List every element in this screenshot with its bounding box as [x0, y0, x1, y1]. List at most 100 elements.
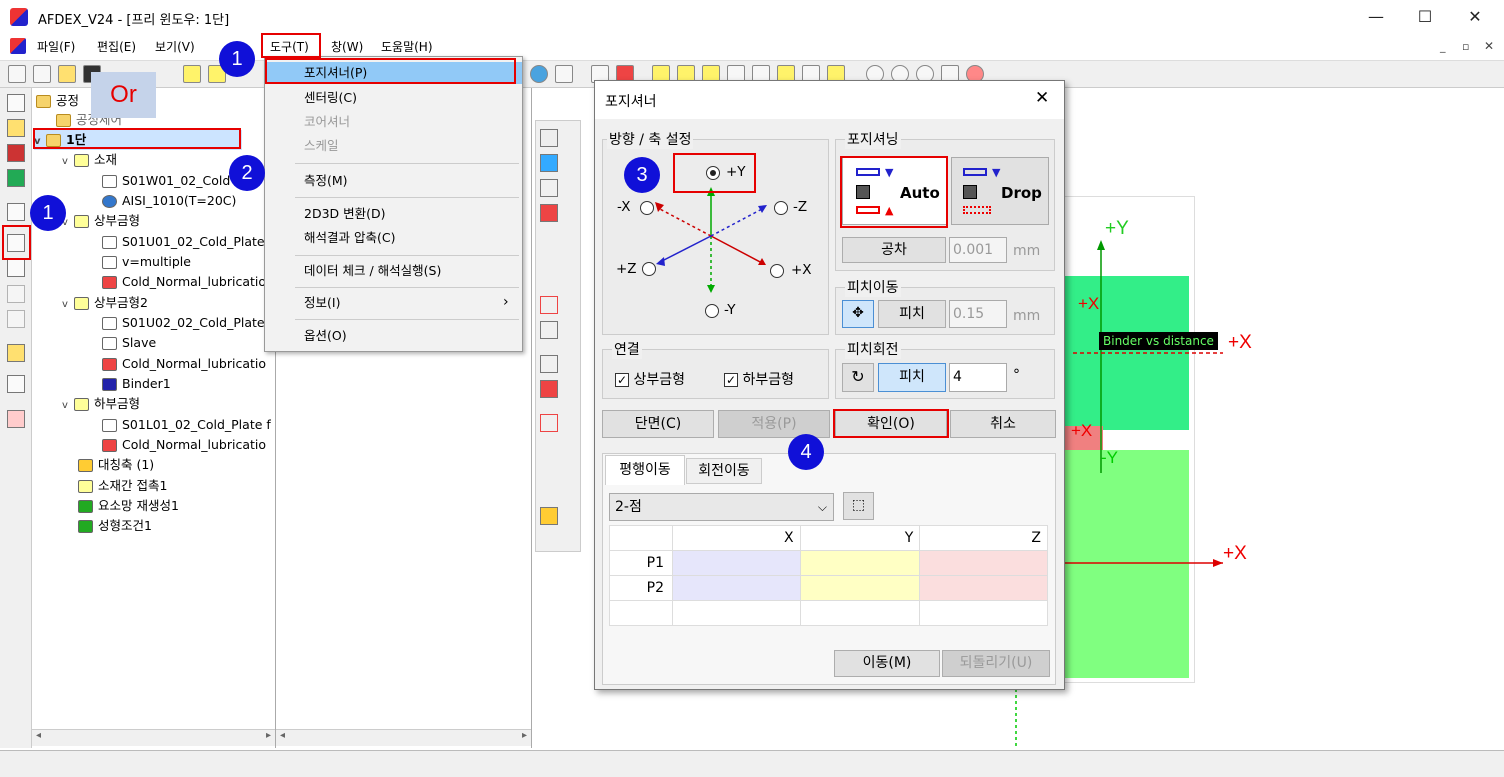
tool-icon[interactable] — [540, 179, 558, 197]
menu-item-data-check[interactable]: 데이터 체크 / 해석실행(S) — [265, 260, 522, 282]
close-button[interactable]: ✕ — [1464, 6, 1486, 28]
tree-scrollbar[interactable]: ◂ ▸ — [32, 729, 275, 746]
mode-select[interactable]: 2-점 ⌵ — [609, 493, 834, 521]
open-folder-icon[interactable] — [58, 65, 76, 83]
tree-item[interactable]: S01U01_02_Cold_Plate — [102, 232, 265, 252]
cube-icon[interactable] — [183, 65, 201, 83]
move-button[interactable]: 이동(M) — [834, 650, 940, 677]
lower-die-checkbox[interactable]: ✓ 하부금형 — [724, 369, 794, 389]
cell-p1-z[interactable] — [919, 550, 1048, 576]
positioner-tool-icon[interactable] — [7, 234, 25, 252]
compare-icon[interactable] — [7, 344, 25, 362]
tool-icon[interactable] — [540, 154, 558, 172]
mdi-minimize-icon[interactable]: _ — [1440, 40, 1446, 53]
maximize-button[interactable]: ☐ — [1414, 6, 1436, 28]
cell-p2-x[interactable] — [672, 575, 801, 601]
open-file-icon[interactable] — [33, 65, 51, 83]
tree-item[interactable]: Cold_Normal_lubricatio — [102, 272, 266, 292]
tree-item-lower-die[interactable]: v 하부금형 — [62, 394, 140, 414]
tool-icon[interactable] — [540, 414, 558, 432]
pointer-icon[interactable] — [7, 375, 25, 393]
menu-item-centering[interactable]: 센터링(C) — [265, 87, 522, 109]
menu-item-2d3d[interactable]: 2D3D 변환(D) — [265, 203, 522, 225]
cell-p1-x[interactable] — [672, 550, 801, 576]
section-button[interactable]: 단면(C) — [602, 410, 714, 438]
menu-edit[interactable]: 편집(E) — [97, 38, 136, 55]
app-menu-icon[interactable] — [10, 38, 26, 54]
tree-item[interactable]: v=multiple — [102, 252, 191, 272]
tree-item[interactable]: Slave — [102, 333, 156, 353]
pitch-rotate-button[interactable]: 피치 — [878, 363, 946, 392]
align-icon[interactable] — [7, 310, 25, 328]
wrench-icon[interactable] — [555, 65, 573, 83]
globe-icon[interactable] — [530, 65, 548, 83]
mdi-close-icon[interactable]: ✕ — [1484, 39, 1494, 53]
window-icon[interactable] — [7, 203, 25, 221]
tab-rotate[interactable]: 회전이동 — [686, 458, 762, 484]
undo-button[interactable]: 되돌리기(U) — [942, 650, 1050, 677]
tree-item-upper-die[interactable]: v 상부금형 — [62, 211, 140, 231]
display-icon[interactable] — [7, 144, 25, 162]
cell-p2-z[interactable] — [919, 575, 1048, 601]
menu-item-options[interactable]: 옵션(O) — [265, 325, 522, 347]
tree-item-upper-die-2[interactable]: v 상부금형2 — [62, 293, 148, 313]
hand-icon[interactable] — [7, 119, 25, 137]
menu-item-scale[interactable]: 스케일 — [265, 135, 522, 157]
ok-button[interactable]: 확인(O) — [835, 410, 947, 438]
radio-plus-x[interactable] — [770, 264, 784, 278]
move-arrows-icon[interactable]: ✥ — [842, 300, 874, 328]
menu-file[interactable]: 파일(F) — [37, 38, 75, 55]
tree-item[interactable]: Cold_Normal_lubricatio — [102, 435, 266, 455]
rotate-icon[interactable]: ↻ — [842, 363, 874, 392]
monitor-icon[interactable] — [7, 169, 25, 187]
tree-stage-1[interactable]: v 1단 — [34, 130, 242, 150]
tool-icon[interactable] — [540, 507, 558, 525]
menu-item-corner[interactable]: 코어셔너 — [265, 111, 522, 133]
tool-icon[interactable] — [540, 204, 558, 222]
apply-button[interactable]: 적용(P) — [718, 410, 830, 438]
tree-view-icon[interactable] — [7, 94, 25, 112]
tree-item[interactable]: S01W01_02_Cold — [102, 171, 230, 191]
tree-item-material[interactable]: v 소재 — [62, 150, 117, 170]
tolerance-input[interactable]: 0.001 — [949, 237, 1007, 263]
panel-scrollbar[interactable]: ◂ ▸ — [276, 729, 531, 746]
mdi-restore-icon[interactable]: ▫ — [1462, 40, 1469, 53]
drop-position-button[interactable]: ▼ Drop — [951, 157, 1049, 225]
menu-tools[interactable]: 도구(T) — [270, 38, 309, 55]
tool-icon[interactable] — [540, 380, 558, 398]
pitch-move-input[interactable]: 0.15 — [949, 300, 1007, 328]
cell-p2-y[interactable] — [799, 575, 921, 601]
pitch-move-button[interactable]: 피치 — [878, 300, 946, 328]
minimize-button[interactable]: — — [1365, 6, 1387, 28]
menu-view[interactable]: 보기(V) — [155, 38, 195, 55]
tree-item[interactable]: Cold_Normal_lubricatio — [102, 354, 266, 374]
checklist-icon[interactable] — [7, 410, 25, 428]
radio-plus-z[interactable] — [642, 262, 656, 276]
pick-points-icon[interactable]: ⬚ — [843, 492, 874, 520]
hierarchy-icon[interactable] — [7, 259, 25, 277]
tree-root[interactable]: 공정 — [36, 91, 79, 111]
menu-item-info[interactable]: 정보(I) — [265, 292, 522, 314]
tree-item[interactable]: 대칭축 (1) — [78, 455, 154, 475]
dialog-close-icon[interactable]: ✕ — [1035, 88, 1049, 108]
tool-icon[interactable] — [540, 321, 558, 339]
tab-translate[interactable]: 평행이동 — [605, 455, 685, 485]
new-file-icon[interactable] — [8, 65, 26, 83]
tree-item[interactable]: 요소망 재생성1 — [78, 496, 179, 516]
tree-item[interactable]: Binder1 — [102, 374, 171, 394]
menu-window[interactable]: 창(W) — [331, 38, 363, 55]
box-icon[interactable] — [7, 285, 25, 303]
tree-item[interactable]: AISI_1010(T=20C) — [102, 191, 236, 211]
radio-minus-y[interactable] — [705, 304, 719, 318]
tree-item[interactable]: S01U02_02_Cold_Plate — [102, 313, 265, 333]
radio-plus-y[interactable] — [706, 166, 720, 180]
menu-item-compress[interactable]: 해석결과 압축(C) — [265, 227, 522, 249]
tool-icon[interactable] — [540, 355, 558, 373]
cancel-button[interactable]: 취소 — [950, 410, 1056, 438]
tool-icon[interactable] — [540, 129, 558, 147]
tree-item[interactable]: 성형조건1 — [78, 516, 152, 536]
tree-item[interactable]: 소재간 접촉1 — [78, 476, 167, 496]
tolerance-button[interactable]: 공차 — [842, 237, 946, 263]
tool-icon[interactable] — [540, 296, 558, 314]
menu-item-positioner[interactable]: 포지셔너(P) — [265, 62, 522, 84]
